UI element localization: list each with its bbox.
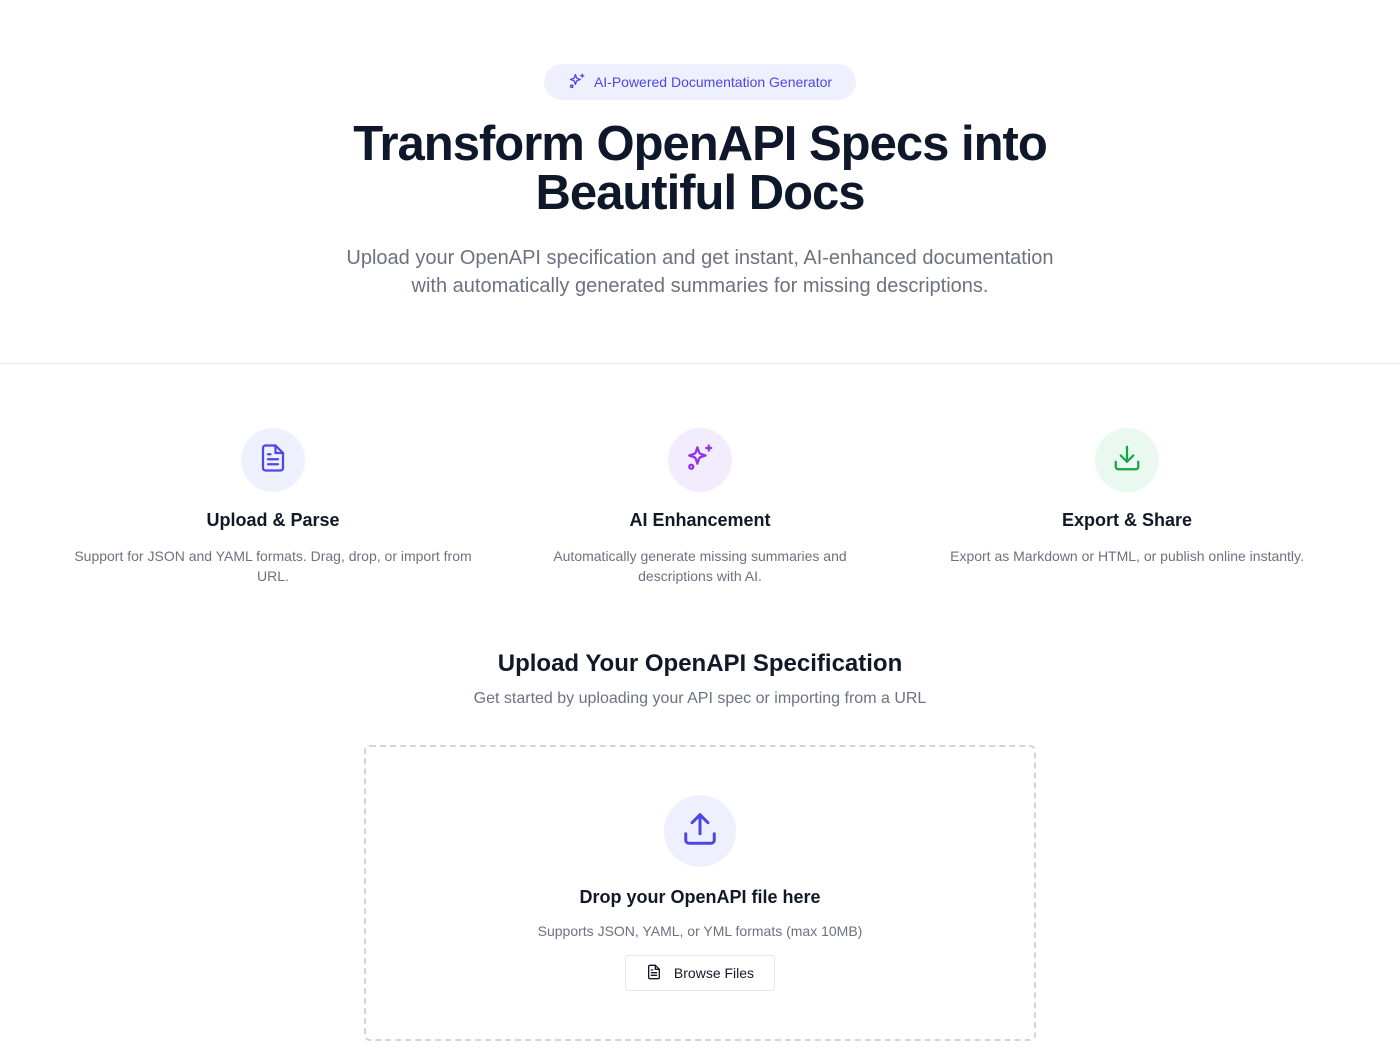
feature-ai-enhancement: AI Enhancement Automatically generate mi…: [495, 428, 905, 586]
feature-title: AI Enhancement: [629, 510, 771, 530]
upload-section-title: Upload Your OpenAPI Specification: [497, 650, 903, 677]
feature-upload-parse: Upload & Parse Support for JSON and YAML…: [68, 428, 478, 586]
page-title-line-1: Transform OpenAPI Specs into: [353, 117, 1048, 171]
dropzone-subtitle: Supports JSON, YAML, or YML formats (max…: [537, 923, 863, 939]
download-icon: [1112, 443, 1142, 478]
upload-icon: [681, 810, 719, 853]
feature-title: Upload & Parse: [206, 510, 340, 530]
features-section: Upload & Parse Support for JSON and YAML…: [0, 428, 1400, 598]
badge-label: AI-Powered Documentation Generator: [593, 74, 833, 90]
hero-section: AI-Powered Documentation Generator Trans…: [0, 0, 1400, 364]
sparkles-icon: [568, 72, 586, 93]
feature-description: Export as Markdown or HTML, or publish o…: [950, 548, 1304, 564]
feature-title: Export & Share: [1061, 510, 1193, 530]
browse-files-button[interactable]: Browse Files: [625, 955, 775, 991]
upload-section-header: Upload Your OpenAPI Specification Get st…: [0, 648, 1400, 710]
feature-description: Support for JSON and YAML formats. Drag,…: [74, 548, 472, 584]
upload-section-subtitle: Get started by uploading your API spec o…: [473, 690, 927, 707]
page-subtitle: Upload your OpenAPI specification and ge…: [0, 244, 1400, 300]
feature-icon-container: [241, 428, 305, 492]
file-dropzone[interactable]: Drop your OpenAPI file here Supports JSO…: [364, 745, 1036, 1041]
feature-badge: AI-Powered Documentation Generator: [544, 64, 856, 100]
sparkles-icon: [685, 443, 715, 478]
file-text-icon: [258, 443, 288, 478]
page-subtitle-line-2: with automatically generated summaries f…: [411, 275, 989, 297]
dropzone-title: Drop your OpenAPI file here: [579, 887, 821, 907]
browse-files-label: Browse Files: [673, 965, 755, 981]
feature-description: Automatically generate missing summaries…: [553, 548, 847, 584]
feature-export-share: Export & Share Export as Markdown or HTM…: [922, 428, 1332, 566]
page-subtitle-line-1: Upload your OpenAPI specification and ge…: [346, 247, 1054, 269]
file-text-icon: [646, 964, 662, 983]
dropzone-icon-container: [664, 795, 736, 867]
feature-icon-container: [1095, 428, 1159, 492]
page-title-line-2: Beautiful Docs: [535, 166, 865, 220]
page-title: Transform OpenAPI Specs into Beautiful D…: [0, 120, 1400, 218]
feature-icon-container: [668, 428, 732, 492]
